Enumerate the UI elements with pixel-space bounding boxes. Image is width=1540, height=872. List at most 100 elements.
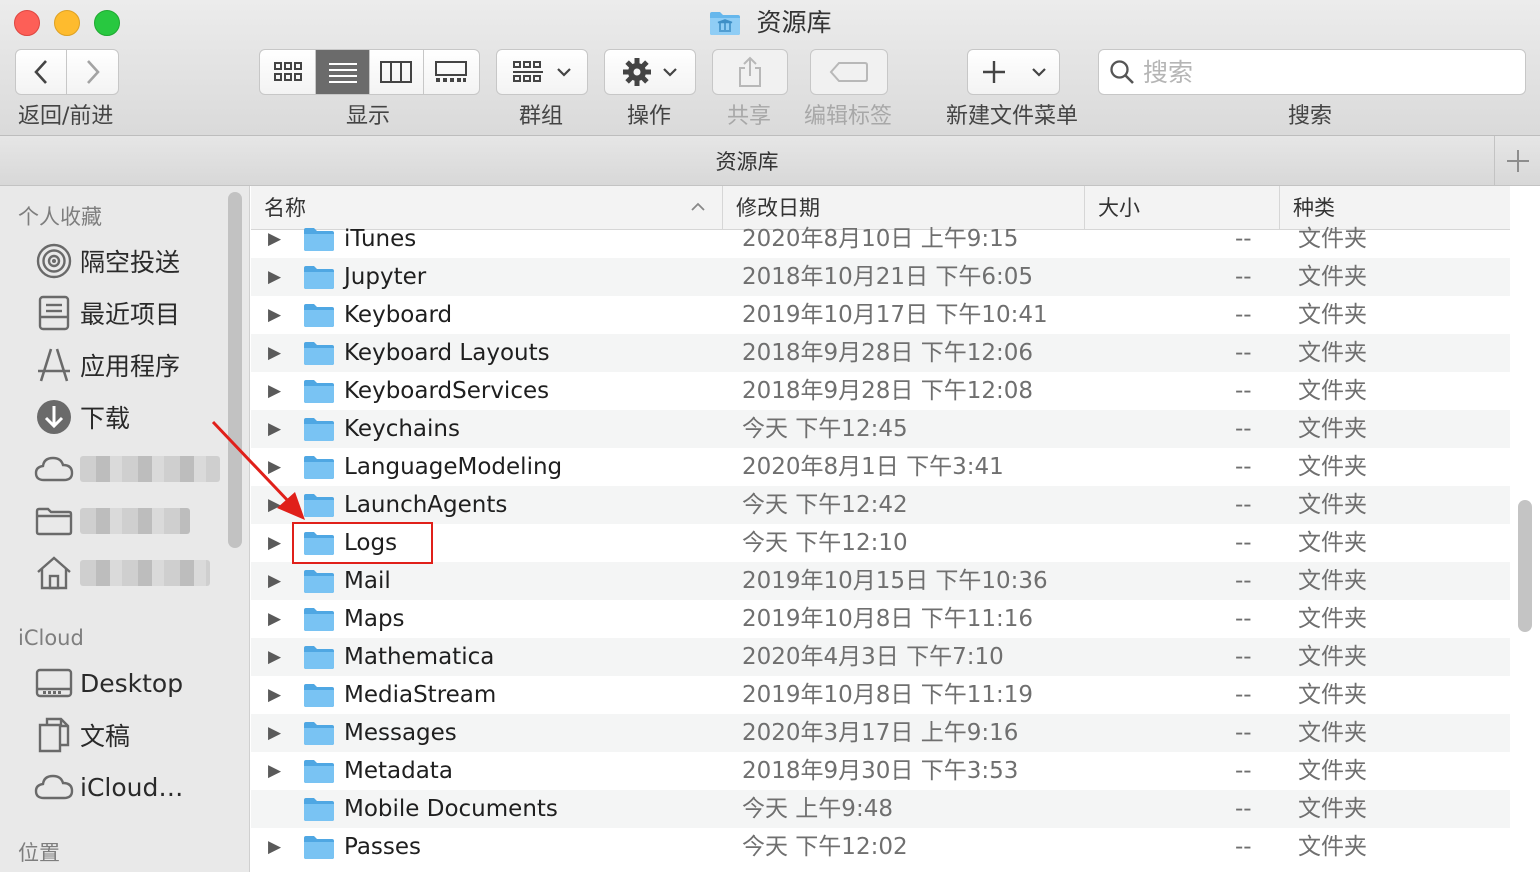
sidebar-item-redacted-folder[interactable]	[34, 499, 234, 543]
file-size: --	[1235, 226, 1252, 252]
file-modified-date: 今天 下午12:42	[742, 492, 908, 518]
file-name: KeyboardServices	[344, 378, 550, 404]
file-row[interactable]: ▶ Keyboard 2019年10月17日 下午10:41 -- 文件夹	[251, 296, 1510, 334]
sidebar-item-label: 下载	[80, 404, 131, 433]
disclosure-triangle-icon[interactable]: ▶	[268, 372, 281, 410]
favorites-header: 个人收藏	[18, 205, 102, 229]
file-modified-date: 2020年8月1日 下午3:41	[742, 454, 1004, 480]
highlight-box	[292, 522, 433, 564]
file-row[interactable]: ▶ Passes 今天 下午12:02 -- 文件夹	[251, 828, 1510, 866]
file-row[interactable]: ▶ MediaStream 2019年10月8日 下午11:19 -- 文件夹	[251, 676, 1510, 714]
file-name: MediaStream	[344, 682, 497, 708]
file-modified-date: 2019年10月8日 下午11:16	[742, 606, 1034, 632]
file-modified-date: 2019年10月17日 下午10:41	[742, 302, 1048, 328]
new-tab-button[interactable]	[1494, 136, 1540, 186]
disclosure-triangle-icon[interactable]: ▶	[268, 828, 281, 866]
disclosure-triangle-icon[interactable]: ▶	[268, 524, 281, 562]
annotation-arrow-icon	[211, 420, 305, 520]
file-kind: 文件夹	[1298, 682, 1367, 708]
file-kind: 文件夹	[1298, 454, 1367, 480]
sidebar-item-airdrop[interactable]: 隔空投送	[34, 239, 234, 283]
file-modified-date: 2018年10月21日 下午6:05	[742, 264, 1034, 290]
sidebar-item-redacted-home[interactable]	[34, 551, 234, 595]
disclosure-triangle-icon[interactable]: ▶	[268, 258, 281, 296]
file-size: --	[1235, 302, 1252, 328]
search-input[interactable]	[1143, 57, 1503, 87]
folder-icon	[303, 340, 335, 370]
column-view-button[interactable]	[370, 50, 424, 94]
folder-icon	[303, 606, 335, 636]
cloud-icon	[34, 449, 74, 489]
file-kind: 文件夹	[1298, 492, 1367, 518]
new-menu-button[interactable]	[967, 49, 1060, 95]
file-row[interactable]: ▶ Messages 2020年3月17日 上午9:16 -- 文件夹	[251, 714, 1510, 752]
search-field[interactable]	[1098, 49, 1526, 95]
file-kind: 文件夹	[1298, 758, 1367, 784]
file-kind: 文件夹	[1298, 264, 1367, 290]
share-label: 共享	[727, 104, 772, 129]
icon-view-button[interactable]	[260, 50, 317, 94]
file-rows: ▶ iTunes 2020年8月10日 上午9:15 -- 文件夹 ▶ Jupyter 201…	[251, 220, 1510, 866]
disclosure-triangle-icon[interactable]: ▶	[268, 714, 281, 752]
file-kind: 文件夹	[1298, 606, 1367, 632]
file-row[interactable]: ▶ LaunchAgents 今天 下午12:42 -- 文件夹	[251, 486, 1510, 524]
group-button[interactable]	[496, 49, 588, 95]
action-label: 操作	[627, 104, 672, 129]
folder-icon	[303, 302, 335, 332]
file-row[interactable]: ▶ Maps 2019年10月8日 下午11:16 -- 文件夹	[251, 600, 1510, 638]
file-row[interactable]: ▶ KeyboardServices 2018年9月28日 下午12:08 -- 文件夹	[251, 372, 1510, 410]
plus-icon	[982, 61, 1005, 83]
file-size: --	[1235, 340, 1252, 366]
disclosure-triangle-icon[interactable]: ▶	[268, 752, 281, 790]
folder-icon	[303, 644, 335, 674]
disclosure-triangle-icon[interactable]: ▶	[268, 562, 281, 600]
file-size: --	[1235, 682, 1252, 708]
current-tab-title[interactable]: 资源库	[0, 146, 1494, 176]
folder-icon	[303, 682, 335, 712]
file-size: --	[1235, 796, 1252, 822]
disclosure-triangle-icon[interactable]: ▶	[268, 334, 281, 372]
disclosure-triangle-icon[interactable]: ▶	[268, 638, 281, 676]
share-button[interactable]	[712, 49, 788, 95]
file-row[interactable]: ▶ Keychains 今天 下午12:45 -- 文件夹	[251, 410, 1510, 448]
disclosure-triangle-icon[interactable]: ▶	[268, 676, 281, 714]
file-row[interactable]: ▶ Logs 今天 下午12:10 -- 文件夹	[251, 524, 1510, 562]
file-row[interactable]: ▶ Jupyter 2018年10月21日 下午6:05 -- 文件夹	[251, 258, 1510, 296]
file-kind: 文件夹	[1298, 226, 1367, 252]
file-row[interactable]: ▶ Mail 2019年10月15日 下午10:36 -- 文件夹	[251, 562, 1510, 600]
file-row[interactable]: ▶ Keyboard Layouts 2018年9月28日 下午12:06 -- 文件夹	[251, 334, 1510, 372]
edit-tags-button[interactable]	[810, 49, 888, 95]
window-title: 资源库	[0, 6, 1540, 40]
file-modified-date: 2019年10月15日 下午10:36	[742, 568, 1048, 594]
sidebar-item-applications[interactable]: 应用程序	[34, 343, 234, 387]
sidebar-item-downloads[interactable]: 下载	[34, 395, 234, 439]
folder-icon	[34, 501, 74, 541]
plus-icon	[1506, 150, 1529, 172]
forward-button[interactable]	[67, 50, 118, 94]
disclosure-triangle-icon[interactable]: ▶	[268, 296, 281, 334]
recents-icon	[34, 293, 74, 333]
file-row[interactable]: ▶ Mathematica 2020年4月3日 下午7:10 -- 文件夹	[251, 638, 1510, 676]
gallery-view-button[interactable]	[424, 50, 479, 94]
file-row[interactable]: ▶ iTunes 2020年8月10日 上午9:15 -- 文件夹	[251, 220, 1510, 258]
list-view-button[interactable]	[316, 50, 370, 94]
sidebar-item-recents[interactable]: 最近项目	[34, 291, 234, 335]
new-menu-label: 新建文件菜单	[946, 104, 1079, 129]
back-button[interactable]	[16, 50, 68, 94]
file-row[interactable]: Mobile Documents 今天 上午9:48 -- 文件夹	[251, 790, 1510, 828]
file-row[interactable]: ▶ Metadata 2018年9月30日 下午3:53 -- 文件夹	[251, 752, 1510, 790]
disclosure-triangle-icon[interactable]: ▶	[268, 220, 281, 258]
sidebar-item-icloud-drive[interactable]: iCloud…	[34, 765, 234, 809]
sidebar-item-documents[interactable]: 文稿	[34, 713, 234, 757]
disclosure-triangle-icon[interactable]: ▶	[268, 600, 281, 638]
sidebar-item-redacted-cloud[interactable]	[34, 447, 234, 491]
file-kind: 文件夹	[1298, 720, 1367, 746]
action-button[interactable]	[604, 49, 696, 95]
file-name: Keyboard	[344, 302, 453, 328]
sidebar-item-desktop[interactable]: Desktop	[34, 661, 234, 705]
group-icon	[513, 61, 543, 82]
file-name: Passes	[344, 834, 422, 860]
file-list-scrollbar[interactable]	[1518, 500, 1532, 632]
home-icon	[34, 553, 74, 593]
file-row[interactable]: ▶ LanguageModeling 2020年8月1日 下午3:41 -- 文件夹	[251, 448, 1510, 486]
